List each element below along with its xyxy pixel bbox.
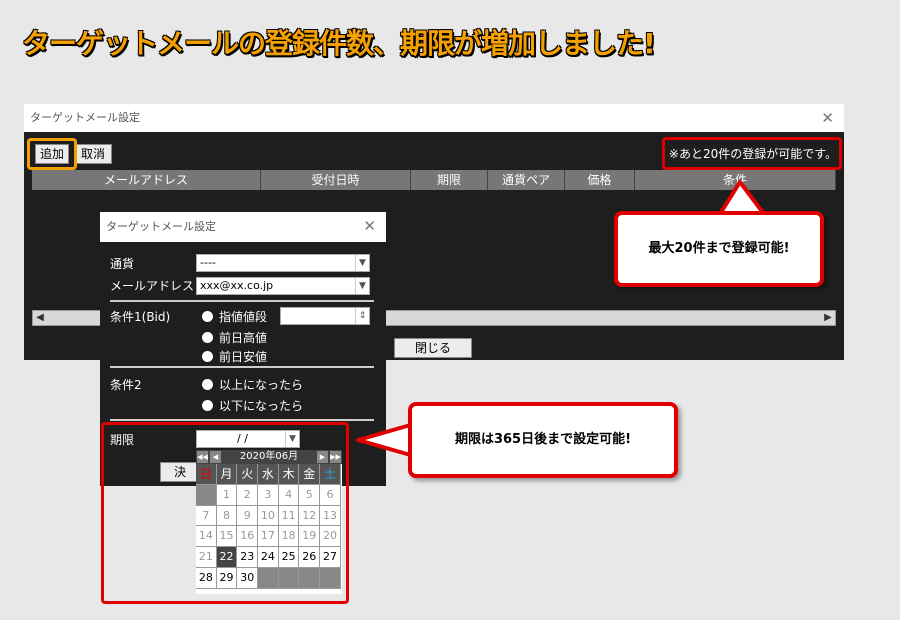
column-header[interactable]: 条件 — [635, 170, 836, 190]
dialog-titlebar: ターゲットメール設定 ✕ — [100, 212, 386, 242]
radio-below[interactable]: 以下になったら — [202, 397, 303, 414]
expiry-callout: 期限は365日後まで設定可能! — [408, 402, 678, 478]
divider — [110, 419, 374, 421]
scroll-left-icon[interactable]: ◀ — [33, 311, 47, 325]
add-button-highlight — [27, 138, 77, 170]
close-icon[interactable]: ✕ — [821, 104, 834, 132]
window-title: ターゲットメール設定 — [30, 111, 140, 124]
radio-icon — [202, 332, 213, 343]
headline: ターゲットメールの登録件数、期限が増加しました! — [22, 27, 656, 60]
stepper-icon[interactable]: ⇕ — [355, 308, 369, 324]
radio-above[interactable]: 以上になったら — [202, 376, 303, 393]
notice-highlight — [662, 137, 842, 170]
limit-callout: 最大20件まで登録可能! — [614, 211, 824, 287]
scroll-right-icon[interactable]: ▶ — [821, 311, 835, 325]
divider — [110, 300, 374, 302]
dialog-title: ターゲットメール設定 — [106, 220, 216, 233]
column-header[interactable]: メールアドレス — [32, 170, 261, 190]
currency-select[interactable]: ---- ▼ — [196, 254, 370, 272]
radio-icon — [202, 379, 213, 390]
column-header[interactable]: 受付日時 — [261, 170, 411, 190]
close-button[interactable]: 閉じる — [394, 338, 472, 358]
divider — [110, 366, 374, 368]
currency-value: ---- — [200, 256, 216, 269]
column-header[interactable]: 通貨ペア — [488, 170, 565, 190]
radio-prev-high[interactable]: 前日高値 — [202, 329, 267, 346]
column-header[interactable]: 価格 — [565, 170, 635, 190]
radio-prev-low[interactable]: 前日安値 — [202, 348, 267, 365]
radio-icon — [202, 311, 213, 322]
price-stepper[interactable]: ⇕ — [280, 307, 370, 325]
email-value: xxx@xx.co.jp — [200, 279, 274, 292]
currency-label: 通貨 — [110, 257, 135, 271]
radio-limit-price[interactable]: 指値値段 — [202, 308, 267, 325]
radio-icon — [202, 400, 213, 411]
expiry-highlight — [101, 422, 349, 604]
chevron-down-icon: ▼ — [355, 255, 369, 271]
email-label: メールアドレス — [110, 279, 195, 293]
radio-icon — [202, 351, 213, 362]
column-header[interactable]: 期限 — [411, 170, 488, 190]
email-select[interactable]: xxx@xx.co.jp ▼ — [196, 277, 370, 295]
chevron-down-icon: ▼ — [355, 278, 369, 294]
window-titlebar: ターゲットメール設定 ✕ — [24, 104, 844, 132]
cancel-button[interactable]: 取消 — [74, 144, 112, 164]
table-header: メールアドレス 受付日時 期限 通貨ペア 価格 条件 — [32, 170, 836, 190]
dialog-close-icon[interactable]: ✕ — [363, 212, 376, 240]
cond1-label: 条件1(Bid) — [110, 310, 171, 324]
cond2-label: 条件2 — [110, 378, 142, 392]
